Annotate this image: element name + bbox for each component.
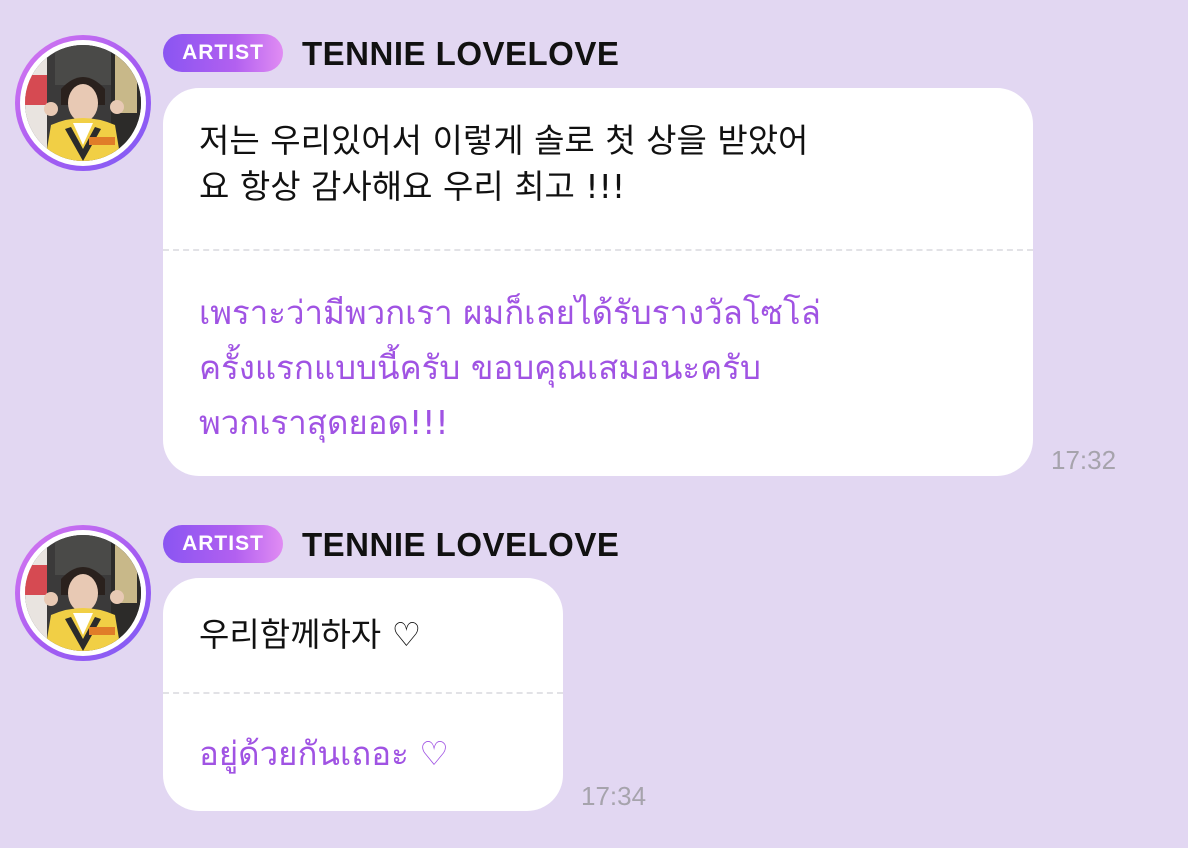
translated-text: เพราะว่ามีพวกเรา ผมก็เลยได้รับรางวัลโซโล… [199,285,821,450]
avatar-photo [25,45,141,161]
original-text-line: 요 항상 감사해요 우리 최고 !!! [199,167,626,206]
original-text: 저는 우리있어서 이렇게 솔로 첫 상을 받았어 요 항상 감사해요 우리 최고… [199,118,808,210]
message-bubble[interactable]: 저는 우리있어서 이렇게 솔로 첫 상을 받았어 요 항상 감사해요 우리 최고… [163,88,1033,476]
avatar-ring [20,530,146,656]
avatar-ring [20,40,146,166]
artist-badge: ARTIST [163,34,283,72]
translated-text-line: ครั้งแรกแบบนี้ครับ ขอบคุณเสมอนะครับ [199,348,761,387]
message-bubble[interactable]: 우리함께하자 ♡ อยู่ด้วยกันเถอะ ♡ [163,578,563,811]
translated-text-line: อยู่ด้วยกันเถอะ ♡ [199,734,449,773]
translation-divider [163,249,1033,251]
translation-divider [163,692,563,694]
message-timestamp: 17:32 [1051,445,1117,475]
translated-text: อยู่ด้วยกันเถอะ ♡ [199,726,449,781]
translated-text-line: พวกเราสุดยอด!!! [199,403,449,442]
message-timestamp: 17:34 [581,781,647,811]
avatar-photo [25,535,141,651]
original-text-line: 저는 우리있어서 이렇게 솔로 첫 상을 받았어 [199,121,809,160]
avatar[interactable] [15,525,151,661]
avatar[interactable] [15,35,151,171]
sender-name[interactable]: TENNIE LOVELOVE [302,526,619,564]
original-text: 우리함께하자 ♡ [199,612,421,658]
artist-badge: ARTIST [163,525,283,563]
translated-text-line: เพราะว่ามีพวกเรา ผมก็เลยได้รับรางวัลโซโล… [199,293,821,332]
sender-name[interactable]: TENNIE LOVELOVE [302,35,619,73]
original-text-line: 우리함께하자 ♡ [199,615,422,654]
